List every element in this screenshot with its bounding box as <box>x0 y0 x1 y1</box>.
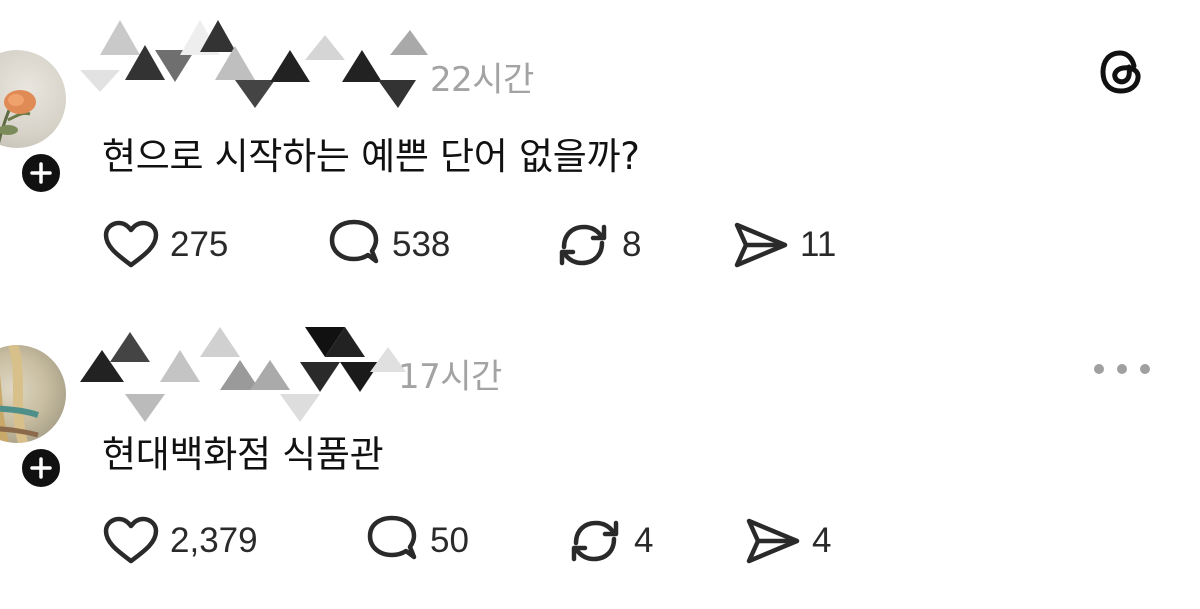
repost-icon <box>559 224 607 266</box>
reply-button[interactable]: 50 <box>364 515 469 566</box>
send-icon <box>734 222 788 268</box>
send-icon <box>746 518 800 564</box>
follow-button[interactable] <box>18 445 64 491</box>
like-button[interactable]: 2,379 <box>102 516 258 566</box>
post-text: 현대백화점 식품관 <box>102 433 384 476</box>
repost-count: 4 <box>634 521 654 560</box>
post-item[interactable]: 17시간 현대백화점 식품관 2,379 50 4 4 <box>0 300 1200 609</box>
like-count: 2,379 <box>170 521 258 560</box>
reply-count: 50 <box>430 521 469 560</box>
censored-username <box>80 327 406 422</box>
reply-button[interactable]: 538 <box>326 219 451 270</box>
repost-count: 8 <box>622 225 642 264</box>
plus-icon <box>30 162 52 184</box>
post-text: 현으로 시작하는 예쁜 단어 없을까? <box>102 135 640 178</box>
repost-button[interactable]: 8 <box>554 220 641 270</box>
repost-button[interactable]: 4 <box>566 516 653 566</box>
more-options-button[interactable] <box>1094 355 1150 383</box>
heart-icon <box>103 516 159 564</box>
like-count: 275 <box>170 225 229 264</box>
post-item[interactable]: 22시간 현으로 시작하는 예쁜 단어 없을까? 275 538 8 11 <box>0 0 1200 300</box>
more-dots-icon <box>1140 364 1150 374</box>
avatar[interactable] <box>0 345 66 443</box>
reply-count: 538 <box>392 225 451 264</box>
avatar[interactable] <box>0 50 66 148</box>
repost-icon <box>571 520 619 562</box>
like-button[interactable]: 275 <box>102 220 228 270</box>
more-dots-icon <box>1094 364 1104 374</box>
comment-icon <box>329 219 379 264</box>
post-time: 22시간 <box>430 60 534 100</box>
follow-button[interactable] <box>18 150 64 196</box>
plus-icon <box>30 457 52 479</box>
more-dots-icon <box>1117 364 1127 374</box>
share-button[interactable]: 11 <box>732 220 836 270</box>
comment-icon <box>367 515 417 560</box>
share-count: 11 <box>800 225 837 264</box>
heart-icon <box>103 220 159 268</box>
post-time: 17시간 <box>398 357 502 397</box>
share-count: 4 <box>812 521 832 560</box>
censored-username <box>80 20 428 108</box>
share-button[interactable]: 4 <box>744 516 831 566</box>
